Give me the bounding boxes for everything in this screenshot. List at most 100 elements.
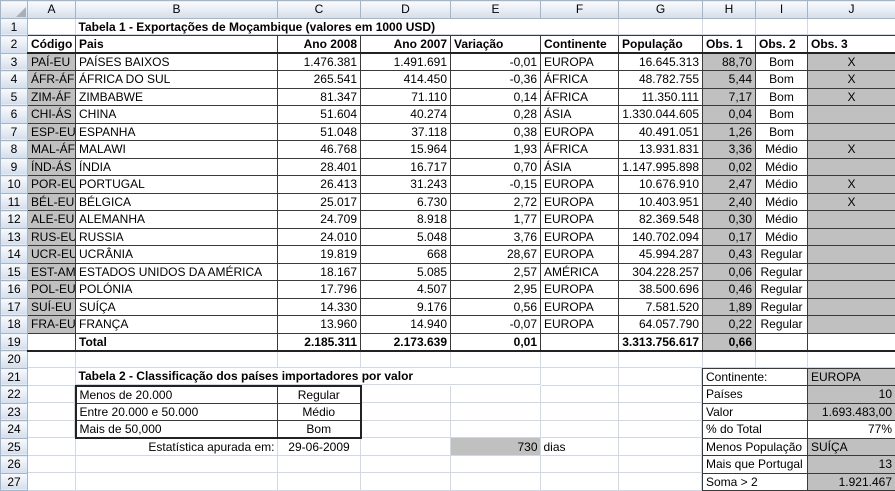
cell-I17[interactable]: Regular xyxy=(755,297,808,316)
row-header-14[interactable]: 14 xyxy=(0,245,28,264)
cell-F4[interactable]: ÁFRICA xyxy=(540,70,619,89)
col-header-E[interactable]: E xyxy=(450,0,541,19)
cell-D14[interactable]: 668 xyxy=(360,245,451,264)
cell-E12[interactable]: 1,77 xyxy=(450,210,541,229)
cell-D24[interactable] xyxy=(360,420,451,438)
cell-I7[interactable]: Bom xyxy=(755,122,808,141)
cell-C23[interactable]: Médio xyxy=(277,402,362,421)
cell-D25[interactable] xyxy=(360,438,451,456)
cell-H10[interactable]: 2,47 xyxy=(702,175,756,194)
cell-F5[interactable]: ÁFRICA xyxy=(540,87,619,106)
cell-I10[interactable]: Médio xyxy=(755,175,808,194)
row-header-23[interactable]: 23 xyxy=(0,402,28,421)
cell-J13[interactable] xyxy=(807,227,895,246)
row-header-7[interactable]: 7 xyxy=(0,122,28,141)
cell-A26[interactable] xyxy=(27,455,76,473)
cell-D5[interactable]: 71.110 xyxy=(360,87,451,106)
row-header-19[interactable]: 19 xyxy=(0,332,28,351)
cell-B14[interactable]: UCRÂNIA xyxy=(75,245,278,264)
cell-B15[interactable]: ESTADOS UNIDOS DA AMÉRICA xyxy=(75,262,278,281)
col-header-C[interactable]: C xyxy=(277,0,361,19)
cell-A3[interactable]: PAÍ-EU xyxy=(27,52,76,71)
cell-G20[interactable] xyxy=(618,350,703,368)
cell-F9[interactable]: ÁSIA xyxy=(540,157,619,176)
col-header-G[interactable]: G xyxy=(618,0,703,19)
row-header-5[interactable]: 5 xyxy=(0,87,28,106)
cell-C26[interactable] xyxy=(277,455,361,473)
cell-B26[interactable] xyxy=(75,455,278,473)
cell-F20[interactable] xyxy=(540,350,619,368)
stat-date[interactable]: 29-06-2009 xyxy=(277,438,361,456)
cell-F21[interactable] xyxy=(540,368,619,386)
cell-J5[interactable]: X xyxy=(807,87,895,106)
cell-G5[interactable]: 11.350.111 xyxy=(618,87,703,106)
cell-A24[interactable] xyxy=(27,420,76,438)
summary-value-4[interactable]: SUÍÇA xyxy=(807,437,895,456)
cell-I1[interactable] xyxy=(755,18,808,36)
cell-B24[interactable]: Mais de 50,000 xyxy=(74,420,278,439)
cell-I3[interactable]: Bom xyxy=(755,52,808,71)
cell-G21[interactable] xyxy=(618,368,703,386)
table1-header-J[interactable]: Obs. 3 xyxy=(807,35,895,54)
row-header-4[interactable]: 4 xyxy=(0,70,28,89)
row-header-24[interactable]: 24 xyxy=(0,420,28,439)
cell-H17[interactable]: 1,89 xyxy=(702,297,756,316)
row-header-27[interactable]: 27 xyxy=(0,472,28,491)
cell-F24[interactable] xyxy=(540,420,619,438)
cell-F18[interactable]: EUROPA xyxy=(540,315,619,334)
cell-C27[interactable] xyxy=(277,473,361,491)
row-header-26[interactable]: 26 xyxy=(0,455,28,474)
cell-D26[interactable] xyxy=(360,455,451,473)
row-header-6[interactable]: 6 xyxy=(0,105,28,124)
cell-J20[interactable] xyxy=(807,350,895,368)
cell-A13[interactable]: RUS-EU xyxy=(27,227,76,246)
row-header-1[interactable]: 1 xyxy=(0,17,28,36)
row-header-22[interactable]: 22 xyxy=(0,385,28,404)
summary-value-0[interactable]: EUROPA xyxy=(807,367,895,386)
col-header-B[interactable]: B xyxy=(75,0,278,19)
cell-D16[interactable]: 4.507 xyxy=(360,280,451,299)
table1-header-H[interactable]: Obs. 1 xyxy=(702,35,756,54)
cell-B7[interactable]: ESPANHA xyxy=(75,122,278,141)
col-header-H[interactable]: H xyxy=(702,0,756,19)
cell-A4[interactable]: ÁFR-ÁF xyxy=(27,70,76,89)
cell-F27[interactable] xyxy=(540,473,619,491)
cell-H8[interactable]: 3,36 xyxy=(702,140,756,159)
cell-G1[interactable] xyxy=(618,18,703,36)
cell-J3[interactable]: X xyxy=(807,52,895,71)
table1-header-F[interactable]: Continente xyxy=(540,35,619,54)
cell-B23[interactable]: Entre 20.000 e 50.000 xyxy=(74,402,278,421)
row-header-17[interactable]: 17 xyxy=(0,297,28,316)
cell-A17[interactable]: SUÍ-EU xyxy=(27,297,76,316)
cell-G23[interactable] xyxy=(618,403,703,421)
cell-I14[interactable]: Regular xyxy=(755,245,808,264)
cell-F8[interactable]: ÁFRICA xyxy=(540,140,619,159)
cell-D22[interactable] xyxy=(360,385,451,403)
cell-F12[interactable]: EUROPA xyxy=(540,210,619,229)
cell-H4[interactable]: 5,44 xyxy=(702,70,756,89)
cell-E3[interactable]: -0,01 xyxy=(450,52,541,71)
row-header-21[interactable]: 21 xyxy=(0,367,28,386)
cell-B18[interactable]: FRANÇA xyxy=(75,315,278,334)
cell-G8[interactable]: 13.931.831 xyxy=(618,140,703,159)
stat-label[interactable]: Estatística apurada em: xyxy=(75,438,278,456)
col-header-A[interactable]: A xyxy=(27,0,76,19)
cell-A7[interactable]: ESP-EU xyxy=(27,122,76,141)
cell-E20[interactable] xyxy=(450,350,541,368)
cell-I15[interactable]: Regular xyxy=(755,262,808,281)
col-header-D[interactable]: D xyxy=(360,0,451,19)
cell-I5[interactable]: Bom xyxy=(755,87,808,106)
cell-G14[interactable]: 45.994.287 xyxy=(618,245,703,264)
cell-J15[interactable] xyxy=(807,262,895,281)
cell-B20[interactable] xyxy=(75,350,278,368)
cell-A5[interactable]: ZIM-ÁF xyxy=(27,87,76,106)
cell-C20[interactable] xyxy=(277,350,361,368)
select-all-corner[interactable] xyxy=(0,0,28,19)
cell-J11[interactable]: X xyxy=(807,192,895,211)
cell-A21[interactable] xyxy=(27,368,76,386)
cell-F26[interactable] xyxy=(540,455,619,473)
row-header-20[interactable]: 20 xyxy=(0,350,28,369)
cell-J1[interactable] xyxy=(807,18,895,36)
cell-C5[interactable]: 81.347 xyxy=(277,87,361,106)
cell-J12[interactable] xyxy=(807,210,895,229)
